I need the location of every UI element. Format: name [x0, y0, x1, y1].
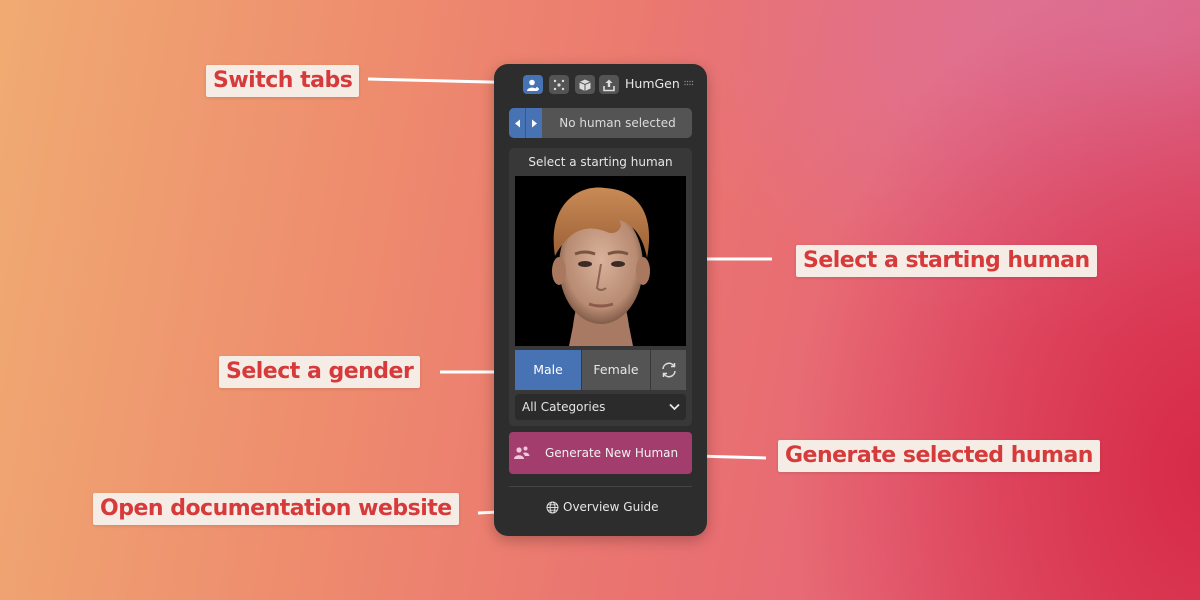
section-title: Select a starting human — [528, 155, 673, 169]
overview-guide-label: Overview Guide — [563, 500, 659, 514]
callout-generate-human: Generate selected human — [778, 440, 1100, 472]
triangle-right-icon — [531, 119, 537, 127]
generate-new-human-button[interactable]: Generate New Human — [509, 432, 692, 474]
chevron-down-icon — [669, 403, 680, 411]
starting-human-section: Select a starting human Male Female All … — [509, 148, 692, 426]
gender-selector: Male Female — [515, 350, 686, 390]
panel-title: HumGen — [625, 76, 680, 91]
humgen-panel: HumGen No human selected Select a starti… — [494, 64, 707, 536]
tab-content[interactable] — [549, 75, 569, 94]
drag-grip-icon[interactable] — [684, 80, 694, 86]
randomize-button[interactable] — [651, 350, 686, 390]
callout-switch-tabs: Switch tabs — [206, 65, 360, 97]
export-icon — [603, 79, 615, 91]
globe-icon — [546, 501, 559, 513]
callout-open-docs: Open documentation website — [93, 493, 459, 525]
tab-create-human[interactable] — [523, 75, 543, 94]
overview-guide-link[interactable]: Overview Guide — [546, 497, 659, 517]
sparkle-icon — [553, 79, 565, 90]
refresh-icon — [661, 362, 676, 378]
category-dropdown[interactable]: All Categories — [515, 394, 686, 420]
divider — [509, 486, 692, 487]
male-button[interactable]: Male — [515, 350, 581, 390]
human-selector: No human selected — [509, 108, 692, 138]
human-preview-thumbnail[interactable] — [515, 176, 686, 346]
female-button[interactable]: Female — [582, 350, 650, 390]
human-face-image — [515, 176, 686, 346]
next-human-button[interactable] — [526, 108, 542, 138]
generate-label: Generate New Human — [545, 446, 679, 460]
triangle-left-icon — [514, 119, 520, 127]
create-human-icon — [527, 79, 539, 91]
tab-process[interactable] — [575, 75, 595, 94]
callout-select-gender: Select a gender — [219, 356, 421, 388]
callout-select-starting-human: Select a starting human — [796, 245, 1097, 277]
tab-export[interactable] — [599, 75, 619, 94]
box-icon — [579, 79, 591, 91]
category-label: All Categories — [522, 400, 606, 414]
previous-human-button[interactable] — [509, 108, 525, 138]
people-icon — [514, 446, 530, 459]
tab-bar: HumGen — [494, 64, 707, 104]
selected-human-label[interactable]: No human selected — [543, 108, 692, 138]
